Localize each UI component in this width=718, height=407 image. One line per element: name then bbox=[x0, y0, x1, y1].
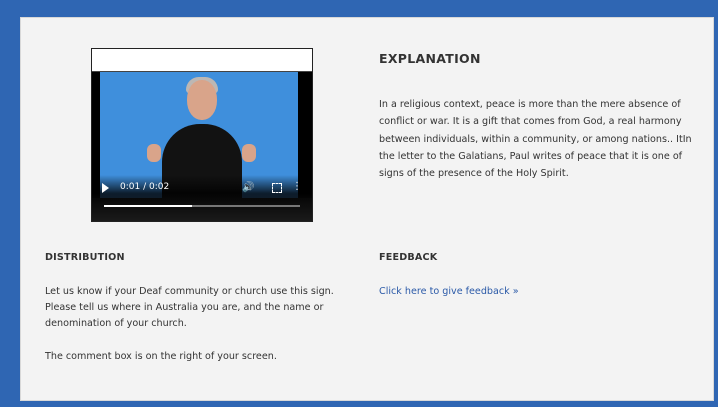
video-controls: 0:01 / 0:02 🔊 ⋮ bbox=[92, 175, 312, 221]
play-icon[interactable] bbox=[102, 183, 109, 193]
video-time: 0:01 / 0:02 bbox=[120, 182, 170, 192]
video-header bbox=[92, 49, 312, 72]
distribution-text: Let us know if your Deaf community or ch… bbox=[45, 284, 355, 381]
video-progress-bar[interactable] bbox=[104, 205, 300, 207]
volume-icon[interactable]: 🔊 bbox=[242, 182, 254, 193]
more-options-icon[interactable]: ⋮ bbox=[292, 181, 302, 192]
feedback-heading: FEEDBACK bbox=[379, 252, 438, 263]
fullscreen-icon[interactable] bbox=[272, 183, 282, 193]
distribution-paragraph-2: The comment box is on the right of your … bbox=[45, 350, 277, 362]
video-player[interactable]: 0:01 / 0:02 🔊 ⋮ bbox=[91, 48, 313, 222]
video-control-row: 0:01 / 0:02 🔊 ⋮ bbox=[102, 181, 304, 195]
signer-hand-left bbox=[147, 144, 161, 162]
content-panel: 0:01 / 0:02 🔊 ⋮ EXPLANATION In a religio… bbox=[20, 17, 714, 401]
feedback-link[interactable]: Click here to give feedback » bbox=[379, 286, 519, 297]
signer-head bbox=[187, 80, 217, 120]
page-frame: 0:01 / 0:02 🔊 ⋮ EXPLANATION In a religio… bbox=[0, 0, 718, 407]
video-progress-fill bbox=[104, 205, 193, 207]
distribution-paragraph-1: Let us know if your Deaf community or ch… bbox=[45, 286, 334, 330]
explanation-text: In a religious context, peace is more th… bbox=[379, 99, 692, 180]
explanation-heading: EXPLANATION bbox=[379, 51, 481, 66]
distribution-heading: DISTRIBUTION bbox=[45, 252, 125, 263]
signer-hand-right bbox=[242, 144, 256, 162]
